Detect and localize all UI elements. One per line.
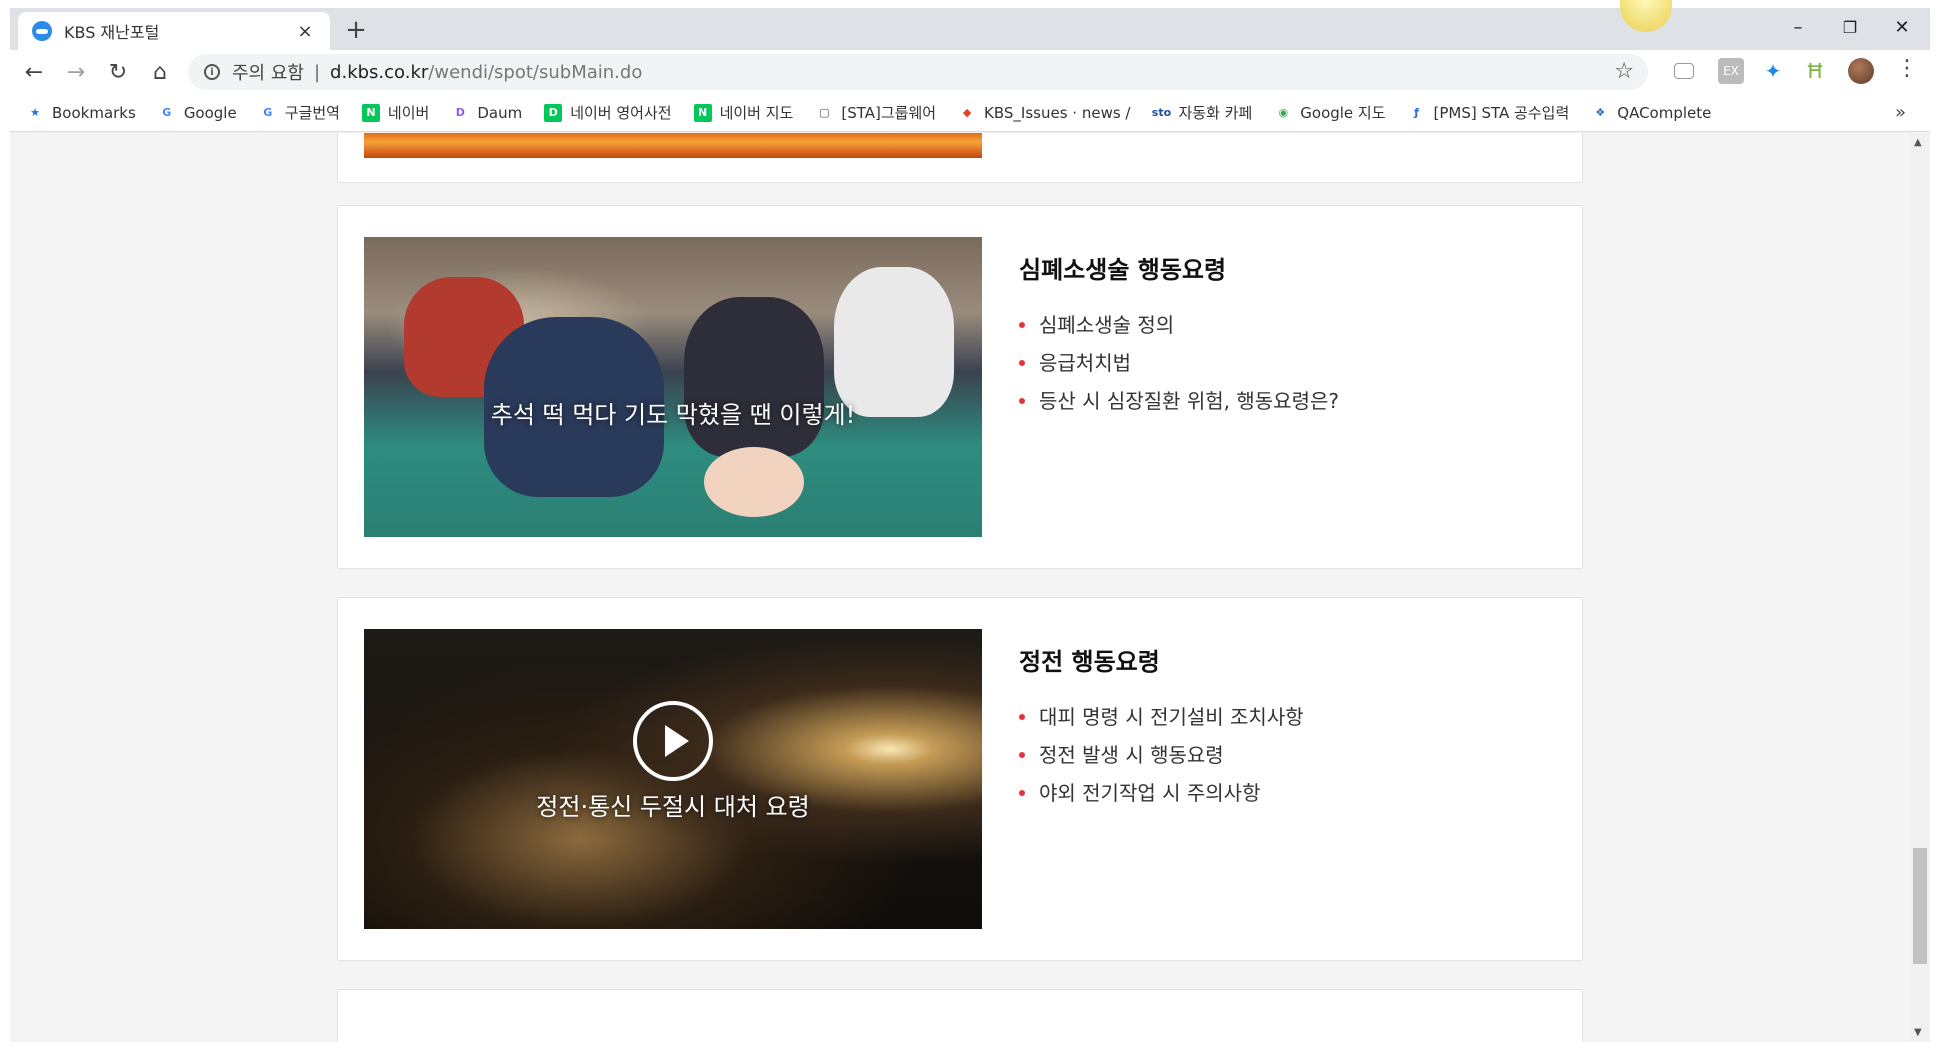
trainee-figure bbox=[684, 297, 824, 457]
menu-icon[interactable]: ⋮ bbox=[1896, 56, 1918, 81]
url-separator: | bbox=[313, 61, 321, 83]
gitlab-icon: ◆ bbox=[962, 106, 972, 119]
cpr-mannequin bbox=[704, 447, 804, 517]
bookmark-label: Google 지도 bbox=[1300, 104, 1386, 122]
sto-icon: sto bbox=[1151, 106, 1172, 119]
bookmark-label: KBS_Issues · news / bbox=[984, 103, 1131, 122]
bookmark-label: Bookmarks bbox=[52, 103, 136, 122]
bookmark-label: 자동화 카페 bbox=[1178, 104, 1253, 122]
translate-icon: G bbox=[263, 106, 273, 119]
qacomplete-icon: ❖ bbox=[1595, 106, 1606, 119]
thumbnail-caption: 추석 떡 먹다 기도 막혔을 땐 이렇게! bbox=[490, 401, 856, 429]
url-path: /wendi/spot/subMain.do bbox=[428, 61, 643, 83]
naver-map-icon: N bbox=[693, 103, 712, 122]
card-cpr: 추석 떡 먹다 기도 막혔을 땐 이렇게! 심폐소생술 행동요령 심폐소생술 정… bbox=[337, 205, 1583, 569]
reload-button[interactable]: ↻ bbox=[100, 54, 136, 90]
active-tab[interactable]: KBS 재난포털 × bbox=[18, 12, 330, 50]
list-item[interactable]: 등산 시 심장질환 위험, 행동요령은? bbox=[1019, 382, 1339, 420]
bookmark-label: 네이버 지도 bbox=[719, 104, 794, 122]
bookmark-item[interactable]: ▢ [STA]그룹웨어 bbox=[815, 102, 936, 123]
bookmark-label: [STA]그룹웨어 bbox=[841, 104, 937, 122]
close-window-button[interactable]: ✕ bbox=[1874, 8, 1930, 46]
bookmark-item[interactable]: ❖ QAComplete bbox=[1591, 104, 1711, 122]
bookmark-item[interactable]: ◉ Google 지도 bbox=[1274, 102, 1385, 123]
list-item[interactable]: 응급처치법 bbox=[1019, 344, 1339, 382]
bookmark-item[interactable]: ƒ [PMS] STA 공수입력 bbox=[1408, 102, 1570, 123]
ladder-icon[interactable]: Ħ bbox=[1802, 58, 1828, 84]
new-tab-button[interactable]: + bbox=[340, 14, 372, 46]
tab-close-icon[interactable]: × bbox=[294, 21, 316, 42]
list-item[interactable]: 야외 전기작업 시 주의사항 bbox=[1019, 774, 1304, 812]
address-bar[interactable]: i 주의 요함 | d.kbs.co.kr /wendi/spot/subMai… bbox=[188, 54, 1648, 90]
browser-window: KBS 재난포털 × + – ❐ ✕ ← → ↻ ⌂ i 주의 요함 | d.k… bbox=[10, 0, 1930, 1042]
bookmark-label: Daum bbox=[477, 103, 523, 122]
minimize-button[interactable]: – bbox=[1770, 8, 1826, 46]
card-title[interactable]: 정전 행동요령 bbox=[1019, 642, 1160, 677]
naver-icon: N bbox=[361, 103, 380, 122]
bookmark-item[interactable]: G 구글번역 bbox=[259, 102, 340, 123]
scroll-up-icon[interactable]: ▲ bbox=[1914, 137, 1922, 148]
star-icon: ★ bbox=[30, 106, 40, 119]
card-next bbox=[337, 989, 1583, 1042]
scroll-down-icon[interactable]: ▼ bbox=[1914, 1027, 1922, 1038]
bookmark-item[interactable]: D 네이버 영어사전 bbox=[544, 102, 672, 123]
bookmark-item[interactable]: ★ Bookmarks bbox=[26, 104, 136, 122]
security-label: 주의 요함 bbox=[232, 63, 304, 84]
list-item[interactable]: 정전 발생 시 행동요령 bbox=[1019, 736, 1304, 774]
bookmark-label: 네이버 영어사전 bbox=[570, 104, 672, 122]
card-blackout: 정전·통신 두절시 대처 요령 정전 행동요령 대피 명령 시 전기설비 조치사… bbox=[337, 597, 1583, 961]
bookmark-label: 구글번역 bbox=[284, 104, 340, 122]
bookmark-star-icon[interactable]: ☆ bbox=[1614, 59, 1634, 84]
google-maps-icon: ◉ bbox=[1278, 106, 1289, 119]
card-link-list: 대피 명령 시 전기설비 조치사항 정전 발생 시 행동요령 야외 전기작업 시… bbox=[1019, 698, 1304, 812]
scroll-thumb[interactable] bbox=[1913, 848, 1927, 964]
bookmark-label: QAComplete bbox=[1617, 103, 1712, 122]
cast-icon[interactable] bbox=[1674, 63, 1694, 79]
bookmark-item[interactable]: G Google bbox=[158, 103, 237, 122]
kite-icon[interactable]: ✦ bbox=[1760, 58, 1786, 84]
back-button[interactable]: ← bbox=[16, 54, 52, 90]
blackout-video-thumbnail[interactable]: 정전·통신 두절시 대처 요령 bbox=[364, 629, 982, 929]
play-icon[interactable] bbox=[633, 701, 713, 781]
card-link-list: 심폐소생술 정의 응급처치법 등산 시 심장질환 위험, 행동요령은? bbox=[1019, 306, 1339, 420]
home-button[interactable]: ⌂ bbox=[142, 54, 178, 90]
forward-button[interactable]: → bbox=[58, 54, 94, 90]
ex-extension-icon[interactable]: EX bbox=[1718, 58, 1744, 84]
google-icon: G bbox=[162, 106, 172, 119]
vertical-scrollbar[interactable]: ▲ ▼ bbox=[1910, 133, 1930, 1042]
tab-title: KBS 재난포털 bbox=[64, 23, 160, 42]
decorative-sun-icon bbox=[1620, 0, 1672, 32]
bookmarks-more-icon[interactable]: » bbox=[1895, 102, 1906, 123]
restore-button[interactable]: ❐ bbox=[1822, 8, 1878, 46]
card-previous bbox=[337, 133, 1583, 183]
card-title[interactable]: 심폐소생술 행동요령 bbox=[1019, 250, 1226, 285]
cpr-thumbnail[interactable]: 추석 떡 먹다 기도 막혔을 땐 이렇게! bbox=[364, 237, 982, 537]
url-host: d.kbs.co.kr bbox=[330, 61, 429, 83]
page-icon: ▢ bbox=[819, 106, 830, 119]
info-icon[interactable]: i bbox=[204, 64, 220, 80]
bookmark-label: [PMS] STA 공수입력 bbox=[1433, 104, 1570, 122]
kbs-favicon-icon bbox=[32, 21, 52, 41]
profile-avatar[interactable] bbox=[1848, 58, 1874, 84]
pms-icon: ƒ bbox=[1414, 106, 1419, 119]
list-item[interactable]: 대피 명령 시 전기설비 조치사항 bbox=[1019, 698, 1304, 736]
bookmarks-bar: ★ Bookmarks G Google G 구글번역 N 네이버 D Daum D 네이버 영어사전… bbox=[10, 94, 1930, 132]
thumbnail-caption: 정전·통신 두절시 대처 요령 bbox=[536, 793, 810, 821]
bookmark-item[interactable]: D Daum bbox=[451, 104, 522, 122]
bookmark-item[interactable]: N 네이버 bbox=[361, 102, 430, 123]
bookmark-label: Google bbox=[183, 103, 237, 122]
list-item[interactable]: 심폐소생술 정의 bbox=[1019, 306, 1339, 344]
bookmark-label: 네이버 bbox=[387, 104, 430, 122]
browser-toolbar: ← → ↻ ⌂ i 주의 요함 | d.kbs.co.kr /wendi/spo… bbox=[10, 50, 1930, 94]
tab-strip: KBS 재난포털 × + – ❐ ✕ bbox=[10, 0, 1930, 50]
bookmark-item[interactable]: ◆ KBS_Issues · news / bbox=[958, 103, 1131, 122]
fire-thumbnail[interactable] bbox=[364, 133, 982, 158]
bookmark-item[interactable]: N 네이버 지도 bbox=[693, 102, 794, 123]
naver-dict-icon: D bbox=[544, 103, 563, 122]
page-content: 추석 떡 먹다 기도 막혔을 땐 이렇게! 심폐소생술 행동요령 심폐소생술 정… bbox=[10, 133, 1910, 1042]
bookmark-item[interactable]: sto 자동화 카페 bbox=[1152, 102, 1252, 123]
daum-icon: D bbox=[455, 106, 465, 119]
